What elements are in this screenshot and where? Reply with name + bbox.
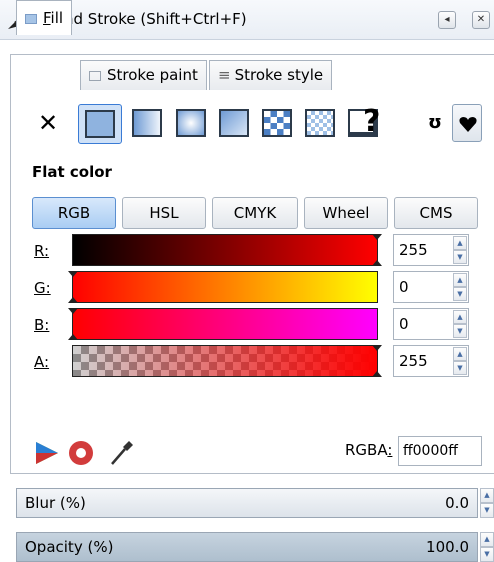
a-spinbox[interactable]: ▲▼ <box>393 345 469 377</box>
g-slider-knob-bottom <box>68 297 78 303</box>
no-paint-button[interactable]: ✕ <box>38 110 62 136</box>
tab-stroke-style[interactable]: ≡ Stroke style <box>209 60 333 90</box>
b-spinbox[interactable]: ▲▼ <box>393 308 469 340</box>
r-spinbox[interactable]: ▲▼ <box>393 234 469 266</box>
blur-bar[interactable]: Blur (%) 0.0 <box>16 488 478 518</box>
linear-gradient-button[interactable] <box>132 109 162 137</box>
rgba-label: RGBA: <box>345 441 393 459</box>
g-slider-knob-top <box>68 271 78 277</box>
channel-a-label: A: <box>34 353 50 371</box>
stroke-paint-tab-icon <box>89 70 101 81</box>
mode-wheel-button[interactable]: Wheel <box>304 197 388 229</box>
heart-icon <box>459 117 477 132</box>
channel-g-label: G: <box>34 279 51 297</box>
b-down-icon[interactable]: ▼ <box>453 324 467 338</box>
b-slider-knob-top <box>68 308 78 314</box>
mesh-gradient-button[interactable] <box>219 109 249 137</box>
fill-rule-evenodd-button[interactable]: ʊ <box>428 112 446 134</box>
r-slider-knob-top <box>372 234 382 240</box>
opacity-bar[interactable]: Opacity (%) 100.0 <box>16 532 478 562</box>
g-down-icon[interactable]: ▼ <box>453 287 467 301</box>
unset-paint-button[interactable]: ? <box>363 106 387 138</box>
b-value-input[interactable] <box>397 313 447 335</box>
blur-up-icon[interactable]: ▲ <box>480 488 494 503</box>
a-slider[interactable] <box>72 345 382 377</box>
flat-color-icon <box>85 110 115 138</box>
mode-rgb-button[interactable]: RGB <box>32 197 116 229</box>
r-down-icon[interactable]: ▼ <box>453 250 467 264</box>
g-value-input[interactable] <box>397 276 447 298</box>
mode-cms-button[interactable]: CMS <box>394 197 478 229</box>
a-down-icon[interactable]: ▼ <box>453 361 467 375</box>
opacity-label: Opacity (%) <box>25 538 114 556</box>
mode-cmyk-button[interactable]: CMYK <box>212 197 298 229</box>
g-slider[interactable] <box>68 271 378 303</box>
eyedropper-icon[interactable] <box>108 438 136 468</box>
fill-rule-nonzero-button[interactable] <box>452 104 482 142</box>
tab-stroke-paint[interactable]: Stroke paint <box>80 60 207 90</box>
radial-gradient-button[interactable] <box>176 109 206 137</box>
channel-b-label: B: <box>34 316 50 334</box>
r-value-input[interactable] <box>397 239 447 261</box>
fill-tab-icon <box>25 13 37 24</box>
b-up-icon[interactable]: ▲ <box>453 310 467 324</box>
opacity-value: 100.0 <box>426 538 469 556</box>
opacity-spin-arrows[interactable]: ▲ ▼ <box>480 532 494 562</box>
r-slider-knob-bottom <box>372 260 382 266</box>
g-up-icon[interactable]: ▲ <box>453 273 467 287</box>
color-managed-icon[interactable] <box>32 438 62 468</box>
a-value-input[interactable] <box>397 350 447 372</box>
b-slider[interactable] <box>68 308 378 340</box>
title-bar: Fill and Stroke (Shift+Ctrl+F) ◂ ✕ <box>0 0 494 40</box>
mode-hsl-button[interactable]: HSL <box>122 197 206 229</box>
a-slider-knob-bottom <box>372 371 382 377</box>
blur-label: Blur (%) <box>25 494 86 512</box>
blur-spin-arrows[interactable]: ▲ ▼ <box>480 488 494 518</box>
r-spin-arrows[interactable]: ▲ ▼ <box>453 236 467 264</box>
pattern-button[interactable] <box>262 109 292 137</box>
b-spin-arrows[interactable]: ▲ ▼ <box>453 310 467 338</box>
swatch-button[interactable] <box>305 109 335 137</box>
blur-value: 0.0 <box>445 494 469 512</box>
r-up-icon[interactable]: ▲ <box>453 236 467 250</box>
a-spin-arrows[interactable]: ▲ ▼ <box>453 347 467 375</box>
tab-fill[interactable]: Fill <box>16 0 73 35</box>
opacity-up-icon[interactable]: ▲ <box>480 532 494 547</box>
rgba-input[interactable] <box>398 436 482 466</box>
out-of-gamut-icon[interactable] <box>66 438 96 468</box>
flat-color-label: Flat color <box>32 163 112 181</box>
blur-down-icon[interactable]: ▼ <box>480 503 494 518</box>
stroke-style-tab-icon: ≡ <box>218 66 231 84</box>
g-spin-arrows[interactable]: ▲ ▼ <box>453 273 467 301</box>
g-spinbox[interactable]: ▲▼ <box>393 271 469 303</box>
channel-r-label: R: <box>34 242 50 260</box>
flat-color-button[interactable] <box>78 104 122 144</box>
r-slider[interactable] <box>72 234 382 266</box>
b-slider-knob-bottom <box>68 334 78 340</box>
close-button[interactable]: ✕ <box>472 11 490 29</box>
a-up-icon[interactable]: ▲ <box>453 347 467 361</box>
a-slider-knob-top <box>372 345 382 351</box>
dock-button[interactable]: ◂ <box>438 11 456 29</box>
